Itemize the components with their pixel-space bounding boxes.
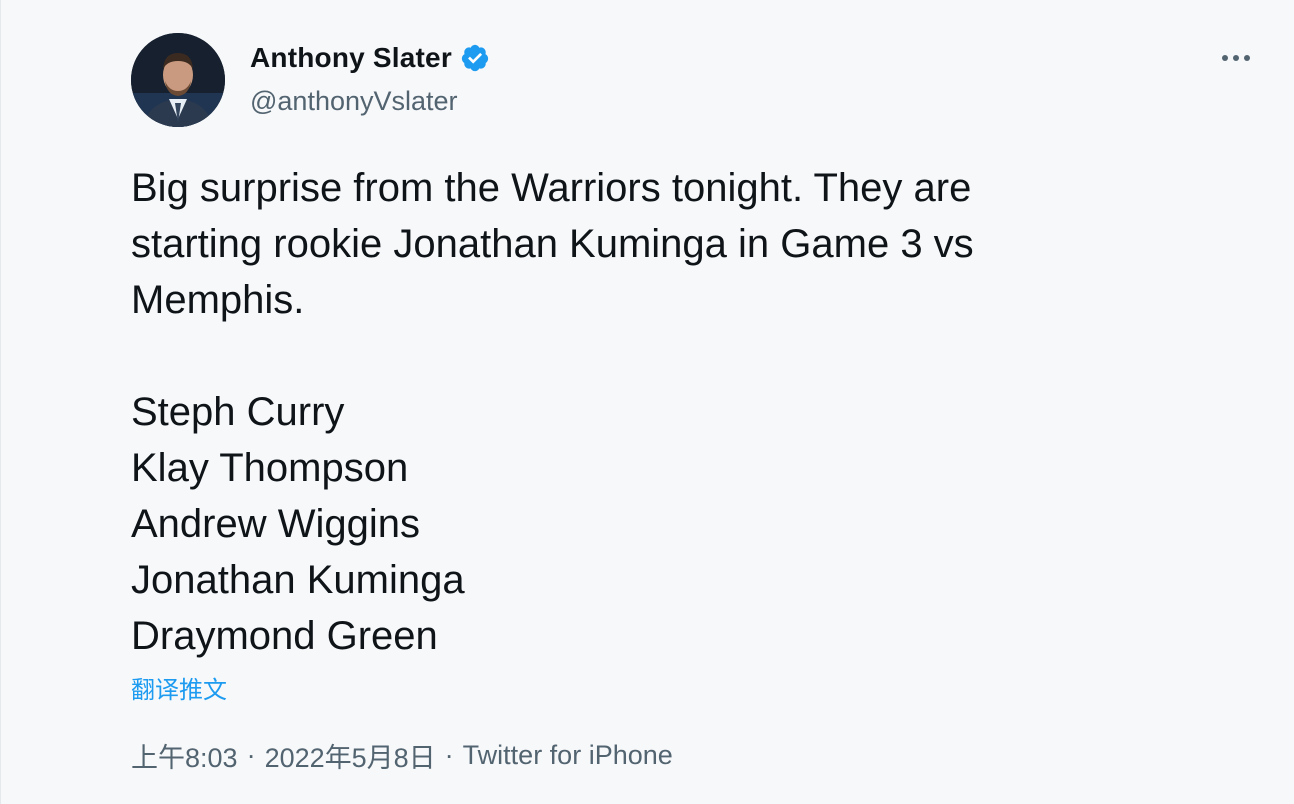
- tweet-text-line: starting rookie Jonathan Kuminga in Game…: [131, 222, 974, 266]
- author-handle[interactable]: @anthonyVslater: [250, 86, 490, 117]
- more-options-button[interactable]: [1216, 44, 1256, 72]
- more-options-icon: [1222, 55, 1250, 61]
- meta-separator: ·: [246, 740, 256, 770]
- lineup-player: Klay Thompson: [131, 446, 409, 490]
- lineup-player: Jonathan Kuminga: [131, 558, 465, 602]
- lineup-player: Steph Curry: [131, 390, 345, 434]
- tweet-card: Anthony Slater @anthonyVslater Big surpr…: [0, 0, 1294, 804]
- meta-separator: ·: [444, 740, 454, 770]
- author-info: Anthony Slater @anthonyVslater: [250, 39, 490, 117]
- tweet-text: Big surprise from the Warriors tonight. …: [131, 160, 1231, 664]
- tweet-header: Anthony Slater @anthonyVslater: [131, 33, 490, 127]
- lineup-player: Andrew Wiggins: [131, 502, 421, 546]
- tweet-source-link[interactable]: Twitter for iPhone: [463, 740, 673, 771]
- name-row: Anthony Slater: [250, 39, 490, 77]
- author-display-name[interactable]: Anthony Slater: [250, 42, 452, 74]
- avatar-image: [131, 33, 225, 127]
- avatar[interactable]: [131, 33, 225, 127]
- tweet-metadata: 上午8:03 · 2022年5月8日 · Twitter for iPhone: [131, 736, 673, 775]
- lineup-player: Draymond Green: [131, 614, 438, 658]
- tweet-date[interactable]: 2022年5月8日: [265, 736, 436, 775]
- verified-badge-icon: [460, 43, 490, 73]
- translate-tweet-link[interactable]: 翻译推文: [131, 670, 227, 705]
- tweet-text-line: Memphis.: [131, 278, 305, 322]
- tweet-text-line: Big surprise from the Warriors tonight. …: [131, 166, 972, 210]
- tweet-time[interactable]: 上午8:03: [131, 736, 238, 775]
